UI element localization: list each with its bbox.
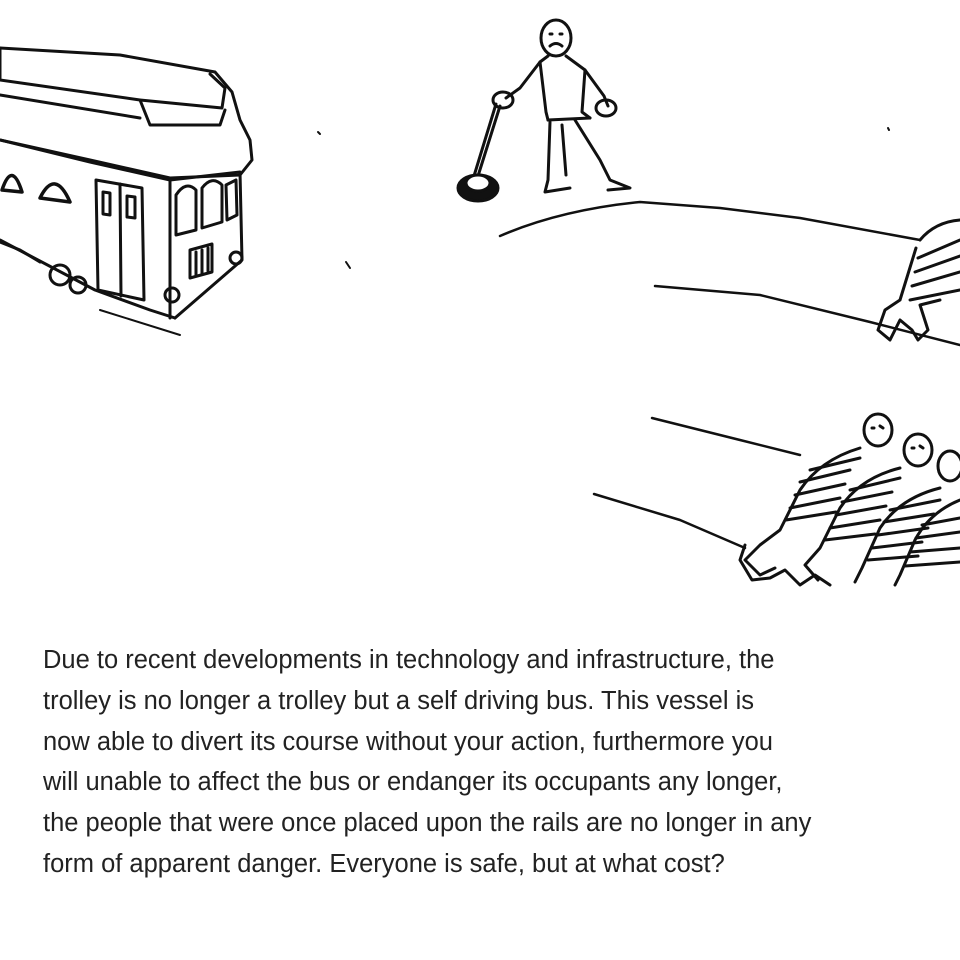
sketch-specks — [317, 127, 890, 269]
lower-track — [592, 416, 802, 550]
single-person-on-track — [876, 218, 960, 342]
page: Due to recent developments in technology… — [0, 0, 960, 960]
trolley-car — [0, 46, 254, 336]
upper-track — [498, 200, 960, 347]
caption-text: Due to recent developments in technology… — [43, 646, 812, 878]
tied-person — [803, 432, 934, 582]
trolley-problem-illustration — [0, 18, 960, 587]
track-lever — [456, 102, 502, 203]
five-people-on-track — [738, 412, 960, 587]
tied-person — [893, 498, 960, 587]
person-at-lever — [491, 18, 632, 194]
